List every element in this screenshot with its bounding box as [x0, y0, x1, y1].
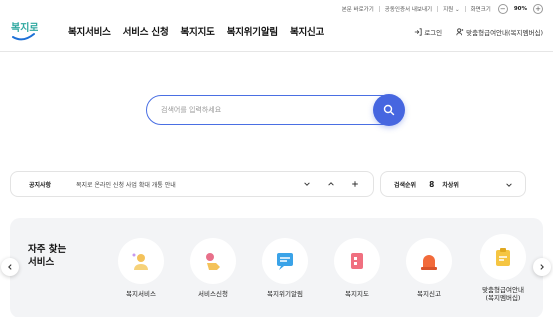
notice-controls [303, 180, 359, 188]
frequent-services-title: 자주 찾는 서비스 [28, 243, 88, 269]
service-welfare-map[interactable]: 복지지도 [322, 238, 392, 298]
service-icon-circle [262, 238, 308, 284]
hand-apply-icon [206, 253, 220, 270]
siren-icon [421, 255, 437, 270]
carousel-prev-button[interactable] [1, 258, 19, 276]
title-line: 자주 찾는 [28, 244, 67, 255]
zoom-out-button[interactable]: − [497, 4, 508, 14]
support-menu[interactable]: 지원 ⌄ [438, 5, 464, 13]
service-label: 서비스신청 [198, 290, 228, 298]
search-box [146, 94, 405, 126]
nav-welfare-report[interactable]: 복지신고 [290, 24, 324, 38]
service-label: 복지서비스 [126, 290, 156, 298]
zoom-level: 90% [513, 6, 527, 12]
service-label: 복지위기알림 [267, 290, 303, 298]
search-button[interactable] [373, 94, 405, 126]
custom-benefit-guide-link[interactable]: 맞춤형급여안내(복지멤버십) [456, 27, 543, 37]
chevron-down-icon[interactable] [505, 181, 513, 189]
person-icon [132, 253, 148, 270]
service-icon-circle [118, 238, 164, 284]
main-nav: 복지서비스 서비스 신청 복지지도 복지위기알림 복지신고 [68, 24, 324, 38]
logo-mark-icon: 복지로 [11, 21, 39, 41]
search-input[interactable] [161, 104, 361, 116]
chevron-down-icon[interactable] [303, 180, 311, 188]
nav-welfare-map[interactable]: 복지지도 [181, 24, 215, 38]
notice-bar: 공지사항 복지로 온라인 신청 사업 확대 개통 안내 [10, 171, 374, 197]
header-actions: 로그인 맞춤형급여안내(복지멤버십) [414, 27, 543, 37]
zoom-in-button[interactable]: + [533, 4, 543, 14]
service-welfare-report[interactable]: 복지신고 [394, 238, 464, 298]
carousel-next-button[interactable] [533, 258, 551, 276]
frequent-services-panel: 자주 찾는 서비스 복지서비스 서비스신청 복지위기알림 복지지도 복지신고 맞… [10, 218, 543, 317]
clipboard-icon [496, 248, 510, 266]
chevron-right-icon [540, 264, 544, 270]
site-logo[interactable]: 복지로 [10, 18, 39, 44]
chevron-left-icon [8, 264, 12, 270]
service-icon-circle [190, 238, 236, 284]
export-certificate-link[interactable]: 공동인증서 내보내기 [380, 5, 437, 13]
svg-text:복지로: 복지로 [11, 21, 38, 34]
rank-keyword[interactable]: 차상위 [442, 180, 459, 189]
notice-label: 공지사항 [29, 181, 52, 189]
service-benefit-guide[interactable]: 맞춤형급여안내 (복지멤버십) [468, 234, 538, 302]
rank-number: 8 [429, 179, 435, 189]
map-building-icon [351, 253, 363, 269]
service-crisis-alert[interactable]: 복지위기알림 [250, 238, 320, 298]
site-header: 복지로 복지서비스 서비스 신청 복지지도 복지위기알림 복지신고 로그인 맞춤… [0, 14, 553, 52]
search-rank-box[interactable]: 검색순위 8 차상위 [380, 171, 526, 197]
nav-service-apply[interactable]: 서비스 신청 [123, 24, 169, 38]
screen-size-label: 화면크기 [470, 7, 491, 13]
skip-to-content-link[interactable]: 본문 바로가기 [337, 5, 379, 13]
service-apply[interactable]: 서비스신청 [178, 238, 248, 298]
service-icon-circle [406, 238, 452, 284]
login-icon [415, 28, 422, 36]
login-link[interactable]: 로그인 [414, 27, 442, 37]
notice-text-link[interactable]: 복지로 온라인 신청 사업 확대 개통 안내 [76, 180, 303, 189]
service-icon-circle [480, 234, 526, 280]
service-label: 복지신고 [417, 290, 441, 298]
plus-icon[interactable] [351, 180, 359, 188]
service-label: 복지지도 [345, 290, 369, 298]
service-label: 맞춤형급여안내 (복지멤버십) [482, 286, 524, 302]
service-welfare[interactable]: 복지서비스 [106, 238, 176, 298]
search-icon [383, 104, 395, 116]
nav-welfare-services[interactable]: 복지서비스 [68, 24, 111, 38]
service-icon-circle [334, 238, 380, 284]
rank-label: 검색순위 [394, 181, 417, 189]
nav-crisis-alert[interactable]: 복지위기알림 [227, 24, 278, 38]
guide-label: 맞춤형급여안내(복지멤버십) [466, 29, 543, 37]
login-label: 로그인 [424, 29, 443, 37]
chat-alert-icon [277, 253, 293, 270]
title-line: 서비스 [28, 257, 55, 268]
user-group-icon [456, 28, 464, 36]
chevron-up-icon[interactable] [327, 180, 335, 188]
